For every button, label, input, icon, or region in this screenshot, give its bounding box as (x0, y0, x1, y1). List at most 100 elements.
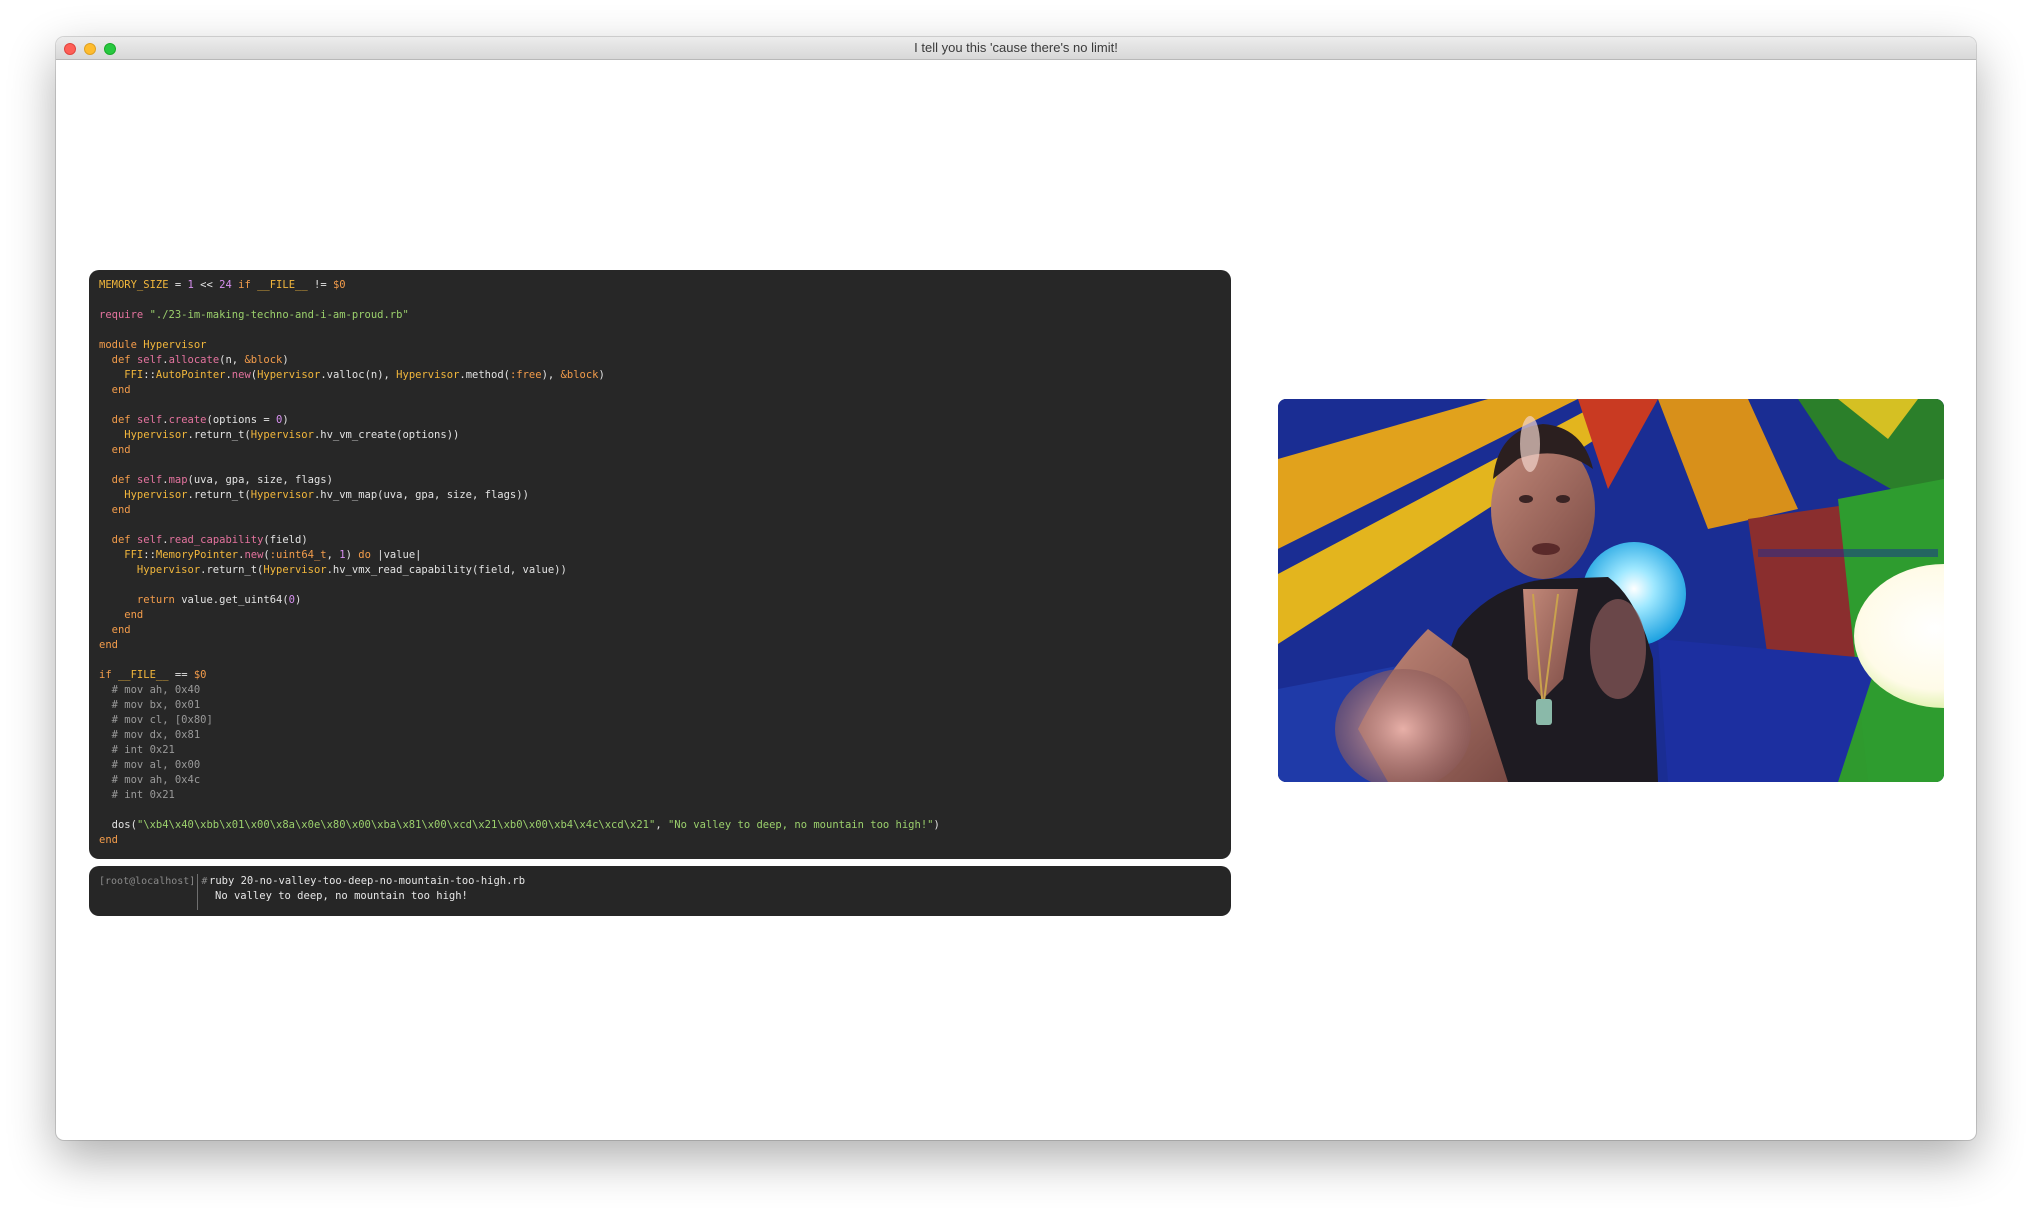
code-token: def (99, 414, 137, 426)
code-token: # int 0x21 (99, 789, 175, 801)
code-token: &block (244, 354, 283, 366)
code-token: dos( (99, 819, 137, 831)
code-token: (options = (206, 414, 277, 426)
code-token: Hypervisor (250, 489, 314, 501)
code-token: (uva, gpa, size, flags) (187, 474, 333, 486)
code-token: self (136, 534, 163, 546)
window-title: I tell you this 'cause there's no limit! (914, 40, 1118, 55)
code-token: .hv_vmx_read_capability(field, value)) (326, 564, 567, 576)
code-token: MemoryPointer (155, 549, 239, 561)
code-token: Hypervisor (99, 489, 188, 501)
code-line: # mov cl, [0x80] (99, 713, 1221, 728)
code-token: if (231, 279, 258, 291)
code-token: .return_t( (187, 489, 251, 501)
code-line: # mov bx, 0x01 (99, 698, 1221, 713)
code-token: .valloc(n), (320, 369, 397, 381)
code-line: # mov al, 0x00 (99, 758, 1221, 773)
code-line: def self.map(uva, gpa, size, flags) (99, 473, 1221, 488)
code-line: # int 0x21 (99, 788, 1221, 803)
code-line: FFI::MemoryPointer.new(:uint64_t, 1) do … (99, 548, 1221, 563)
code-token: ) (294, 594, 302, 606)
terminal-panel: [root@localhost] # ruby 20-no-valley-too… (89, 866, 1231, 916)
code-token: != (307, 279, 333, 291)
code-token: new (244, 549, 264, 561)
code-token: require (99, 309, 150, 321)
code-token: FFI (99, 369, 144, 381)
code-line: # mov ah, 0x4c (99, 773, 1221, 788)
code-token: module (99, 339, 144, 351)
code-token: :free (509, 369, 542, 381)
code-token: self (136, 474, 163, 486)
code-token: allocate (168, 354, 220, 366)
code-token: def (99, 354, 137, 366)
terminal-divider (197, 874, 198, 910)
code-token: AutoPointer (155, 369, 226, 381)
code-token: __FILE__ (257, 279, 308, 291)
code-token: .method( (459, 369, 510, 381)
code-line: return value.get_uint64(0) (99, 593, 1221, 608)
code-token: << (193, 279, 220, 291)
code-token: "./23-im-making-techno-and-i-am-proud.rb… (149, 309, 409, 321)
code-token: ) (598, 369, 605, 381)
code-token: def (99, 474, 137, 486)
code-line: if __FILE__ == $0 (99, 668, 1221, 683)
code-line: require "./23-im-making-techno-and-i-am-… (99, 308, 1221, 323)
code-token: # mov cl, [0x80] (99, 714, 213, 726)
code-line: Hypervisor.return_t(Hypervisor.hv_vm_cre… (99, 428, 1221, 443)
code-line: # mov dx, 0x81 (99, 728, 1221, 743)
code-line: end (99, 443, 1221, 458)
code-token: self (136, 414, 163, 426)
code-token: .hv_vm_create(options)) (313, 429, 460, 441)
code-token: do (358, 549, 378, 561)
code-token: &block (560, 369, 599, 381)
code-line: # mov ah, 0x40 (99, 683, 1221, 698)
code-token: # int 0x21 (99, 744, 175, 756)
code-line: end (99, 833, 1221, 848)
code-token: , (326, 549, 340, 561)
title-bar[interactable]: I tell you this 'cause there's no limit! (56, 37, 1976, 60)
code-line: module Hypervisor (99, 338, 1221, 353)
code-token: map (168, 474, 188, 486)
code-line: def self.allocate(n, &block) (99, 353, 1221, 368)
code-line: MEMORY_SIZE = 1 << 24 if __FILE__ != $0 (99, 278, 1221, 293)
code-token: ) (345, 549, 359, 561)
code-token: end (99, 834, 118, 846)
code-line: def self.create(options = 0) (99, 413, 1221, 428)
code-token: Hypervisor (263, 564, 327, 576)
code-token: Hypervisor (99, 564, 201, 576)
code-line: Hypervisor.return_t(Hypervisor.hv_vmx_re… (99, 563, 1221, 578)
code-token: |value| (377, 549, 422, 561)
code-token: def (99, 534, 137, 546)
code-line: # int 0x21 (99, 743, 1221, 758)
code-token: end (99, 384, 131, 396)
code-line: dos("\xb4\x40\xbb\x01\x00\x8a\x0e\x80\x0… (99, 818, 1221, 833)
code-editor-panel: MEMORY_SIZE = 1 << 24 if __FILE__ != $0 r… (89, 270, 1231, 859)
code-token: Hypervisor (143, 339, 207, 351)
code-token: ) (282, 354, 289, 366)
code-token: Hypervisor (257, 369, 321, 381)
code-token: = (168, 279, 188, 291)
code-token: value.get_uint64( (181, 594, 289, 606)
code-token: # mov bx, 0x01 (99, 699, 201, 711)
code-token: .hv_vm_map(uva, gpa, size, flags)) (313, 489, 529, 501)
terminal-command: ruby 20-no-valley-too-deep-no-mountain-t… (209, 875, 526, 887)
code-token: end (99, 504, 131, 516)
code-line: end (99, 608, 1221, 623)
code-token: Hypervisor (396, 369, 460, 381)
code-line: end (99, 383, 1221, 398)
code-token: ) (933, 819, 940, 831)
code-token: MEMORY_SIZE (99, 279, 169, 291)
code-line: Hypervisor.return_t(Hypervisor.hv_vm_map… (99, 488, 1221, 503)
code-token: end (99, 639, 118, 651)
video-player[interactable] (1278, 399, 1944, 782)
code-token: self (136, 354, 163, 366)
code-token: __FILE__ (117, 669, 169, 681)
code-token: new (231, 369, 251, 381)
code-token: == (168, 669, 194, 681)
code-token: $0 (332, 279, 346, 291)
code-line: end (99, 503, 1221, 518)
